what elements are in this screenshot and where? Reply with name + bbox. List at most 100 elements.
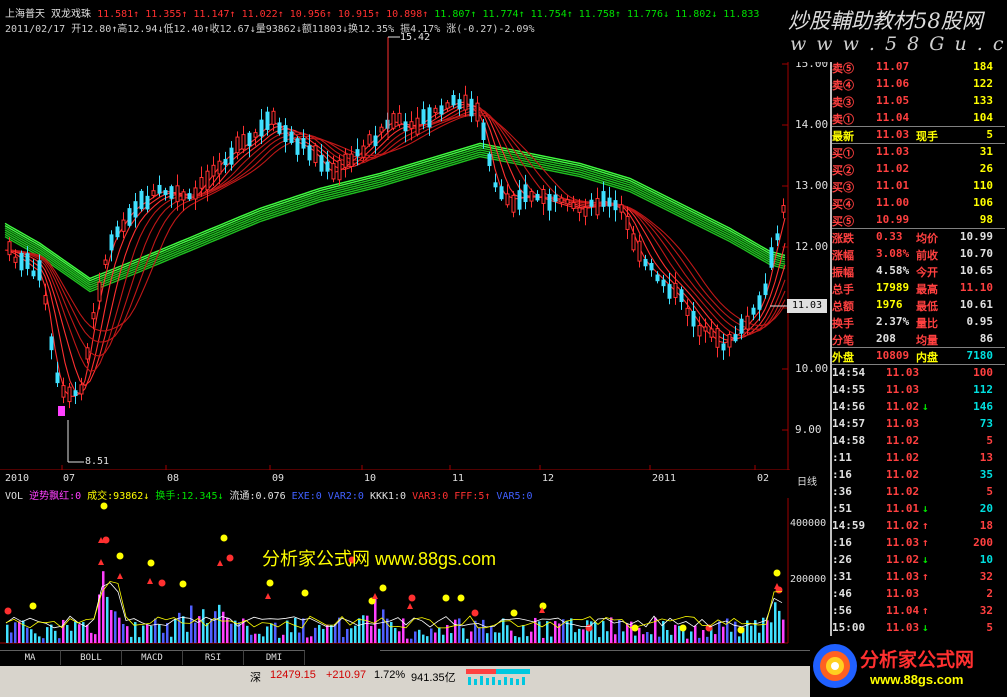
candle-body — [775, 233, 780, 241]
stat-value: 11.10 — [959, 281, 993, 294]
volume-bar — [574, 632, 577, 643]
volume-bar — [694, 625, 697, 643]
volume-bar — [698, 637, 701, 643]
volume-bar — [294, 617, 297, 643]
tick-time: 14:57 — [832, 417, 866, 430]
tab-ma[interactable]: MA — [0, 650, 61, 665]
period-label[interactable]: 日线 — [797, 473, 817, 488]
volume-bar — [110, 610, 113, 643]
sell-label: 卖① — [832, 113, 854, 126]
tick-time: :46 — [832, 587, 852, 600]
volume-bar — [450, 633, 453, 643]
volume-chart[interactable] — [0, 498, 790, 648]
volume-bar — [278, 637, 281, 643]
candle-body — [73, 390, 78, 397]
tick-volume: 20 — [979, 502, 993, 515]
volume-bar — [118, 617, 121, 643]
tab-rsi[interactable]: RSI — [183, 650, 244, 665]
volume-bar — [514, 636, 517, 643]
inner-value: 7180 — [966, 349, 994, 362]
volume-bar — [170, 636, 173, 643]
volume-bar — [770, 622, 773, 643]
tab-boll[interactable]: BOLL — [61, 650, 122, 665]
sell-row: 卖④ 11.06 122 — [832, 76, 1005, 93]
tick-arrow: ↑ — [922, 604, 929, 617]
volume-bar — [38, 636, 41, 643]
candle-body — [391, 113, 396, 129]
candle-body — [499, 186, 504, 200]
tick-time: :56 — [832, 604, 852, 617]
volume-signal-dot — [379, 584, 387, 592]
volume-bar — [594, 622, 597, 643]
candle-body — [559, 197, 564, 203]
candle-body — [229, 147, 234, 165]
volume-bar — [254, 633, 257, 643]
date-tick: 2011 — [652, 473, 677, 484]
date-tick: 10 — [364, 473, 377, 484]
volume-bar — [730, 631, 733, 643]
tab-macd[interactable]: MACD — [122, 650, 183, 665]
red-ma-line — [4, 107, 786, 372]
index-amount: 941.35亿 — [411, 672, 456, 684]
volume-bar — [174, 618, 177, 643]
tick-volume: 200 — [973, 536, 993, 549]
volume-bar — [178, 612, 181, 643]
candle-body — [415, 117, 420, 135]
volume-bar — [18, 621, 21, 643]
stat-value: 10.61 — [959, 298, 993, 311]
sell-price: 11.06 — [876, 77, 910, 90]
candle-body — [271, 110, 276, 125]
volume-bar — [510, 630, 513, 643]
volume-bar — [578, 628, 581, 643]
candle-body — [67, 386, 72, 403]
candle-body — [427, 107, 432, 128]
candle-body — [763, 283, 768, 295]
candle-body — [259, 119, 264, 137]
candle-body — [721, 343, 726, 351]
candle-body — [301, 138, 306, 149]
tick-price: 11.02 — [886, 400, 920, 413]
date-tick: 2010 — [5, 473, 30, 484]
candle-body — [331, 163, 336, 180]
market-mini-bars — [466, 669, 530, 685]
candle-body — [295, 138, 300, 155]
tick-time: :26 — [832, 553, 852, 566]
candle-body — [163, 190, 168, 196]
tick-volume: 73 — [979, 417, 993, 430]
volume-signal-dot — [100, 502, 108, 510]
volume-bar — [322, 628, 325, 643]
tick-price: 11.02 — [886, 451, 920, 464]
stat-label: 分笔 — [832, 334, 854, 347]
stat-label: 最低 — [916, 300, 938, 313]
volume-bar — [750, 625, 753, 643]
tab-dmi[interactable]: DMI — [244, 650, 305, 665]
candle-body — [583, 206, 588, 217]
volume-bar — [150, 625, 153, 643]
watermark: 分析家公式网 www.88gs.com — [262, 549, 497, 569]
candlestick-chart[interactable] — [0, 0, 790, 470]
volume-bar — [230, 623, 233, 643]
candle-body — [157, 184, 162, 194]
volume-bar — [614, 634, 617, 643]
volume-signal-dot — [266, 579, 274, 587]
volume-bar — [566, 621, 569, 643]
candle-body — [175, 185, 180, 203]
buy-volume: 31 — [979, 145, 993, 158]
tick-arrow: ↓ — [922, 553, 929, 566]
buy-row: 买④ 11.00 106 — [832, 195, 1005, 212]
volume-ma-line — [5, 580, 783, 629]
volume-bar — [626, 623, 629, 643]
candle-body — [673, 282, 678, 299]
volume-bar — [462, 628, 465, 643]
sell-label: 卖⑤ — [832, 62, 854, 75]
volume-arrow-icon — [265, 593, 271, 599]
volume-signal-dot — [301, 589, 309, 597]
tick-volume: 13 — [979, 451, 993, 464]
candle-body — [523, 184, 528, 203]
volume-bar — [158, 624, 161, 643]
volume-bar — [542, 637, 545, 643]
volume-bar — [406, 638, 409, 643]
volume-bar — [354, 625, 357, 643]
volume-signal-dot — [442, 594, 450, 602]
volume-bar — [582, 629, 585, 643]
